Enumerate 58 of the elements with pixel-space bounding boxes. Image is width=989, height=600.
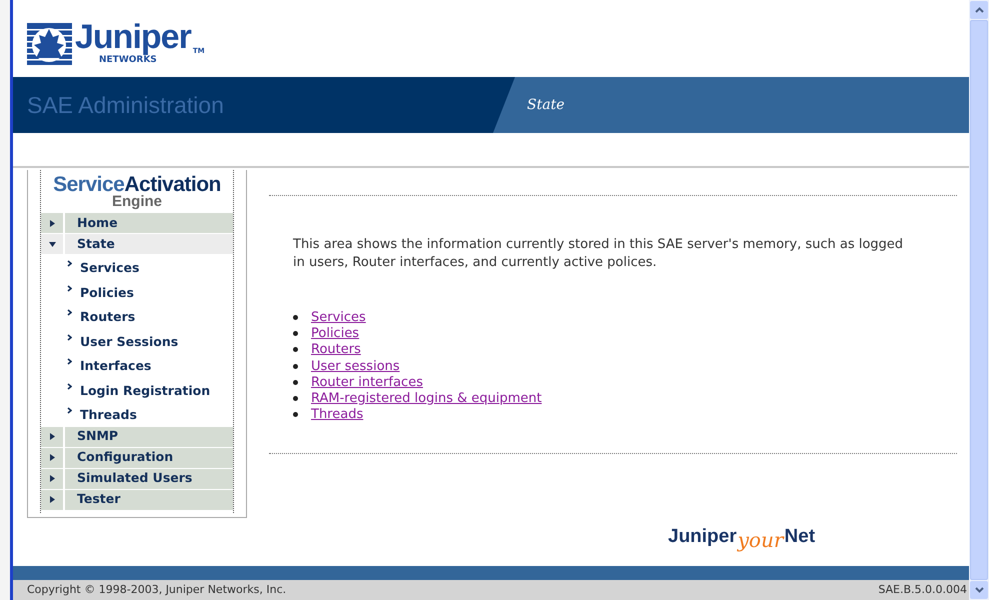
state-link[interactable]: Router interfaces [311, 376, 423, 389]
chevron-icon [67, 284, 72, 292]
scrollbar[interactable] [969, 0, 989, 600]
state-link[interactable]: Policies [311, 326, 360, 340]
nav-item[interactable]: State [41, 234, 233, 255]
chevron-icon [67, 260, 72, 267]
nav-subitem[interactable]: User Sessions [41, 328, 233, 353]
state-link[interactable]: Routers [311, 343, 361, 356]
state-link[interactable]: Threads [311, 408, 364, 422]
triangle-right-icon [48, 433, 56, 440]
chevron-icon [67, 358, 72, 365]
version-text: SAE.B.5.0.0.004 [878, 582, 967, 598]
nav-subitem[interactable]: Policies [41, 280, 233, 304]
bullet-icon [293, 396, 298, 402]
product-subtitle: Engine [112, 194, 162, 209]
nav-subitem[interactable]: Routers [41, 304, 233, 328]
state-link[interactable]: RAM-registered logins & equipment [311, 392, 542, 406]
section-label: State [527, 96, 564, 114]
scroll-up-icon[interactable] [970, 1, 988, 19]
triangle-right-icon [48, 454, 56, 461]
chevron-icon [67, 309, 72, 316]
chevron-icon [67, 334, 72, 340]
banner-title: SAE Administration [27, 90, 224, 120]
state-link[interactable]: User sessions [311, 360, 400, 373]
scroll-thumb[interactable] [970, 20, 988, 580]
nav-item[interactable]: Configuration [41, 448, 233, 468]
product-name-first: Service [53, 174, 124, 195]
bullet-icon [293, 380, 298, 385]
triangle-right-icon [48, 220, 56, 226]
description-text: This area shows the information currently stored in this SAE server's memory, such as logged in users, Router interfaces, and currently active polices. [293, 236, 904, 272]
nav-subitem[interactable]: Interfaces [41, 353, 233, 378]
triangle-right-icon [48, 475, 56, 482]
logo-wordmark: Juniper [75, 18, 191, 54]
scroll-down-icon[interactable] [970, 581, 988, 599]
nav-subitem[interactable]: Threads [41, 402, 233, 426]
nav-subitem[interactable]: Login Registration [41, 378, 233, 402]
bullet-icon [293, 314, 298, 320]
nav-item[interactable]: Tester [41, 490, 233, 510]
copyright-text: Copyright © 1998-2003, Juniper Networks, Inc. [27, 582, 286, 598]
slogan-middle: your [736, 530, 784, 550]
slogan-last: Net [784, 527, 816, 546]
chevron-icon [67, 407, 72, 414]
nav-subitem[interactable]: Services [41, 255, 233, 280]
bullet-icon [293, 364, 298, 369]
bullet-icon [293, 347, 298, 352]
nav-item[interactable]: Simulated Users [41, 468, 233, 490]
product-name-second: Activation [124, 174, 221, 195]
bullet-icon [293, 412, 298, 418]
tree-logo-icon [27, 22, 72, 64]
state-link[interactable]: Services [311, 310, 366, 324]
triangle-right-icon [48, 496, 56, 503]
triangle-down-icon [48, 240, 56, 248]
nav-item[interactable]: SNMP [41, 426, 233, 448]
chevron-icon [67, 382, 72, 390]
bullet-icon [293, 330, 298, 336]
slogan-first: Juniper [668, 527, 737, 546]
nav-item[interactable]: Home [41, 213, 233, 234]
logo-subtitle: NETWORKS [99, 54, 157, 64]
